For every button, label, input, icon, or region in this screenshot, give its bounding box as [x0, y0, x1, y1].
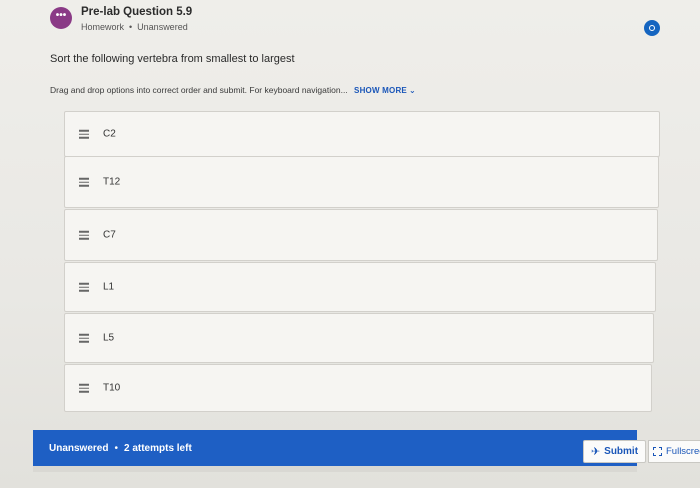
- sortable-option[interactable]: T10: [64, 364, 652, 412]
- fullscreen-icon: [653, 447, 662, 456]
- sortable-option[interactable]: T12: [64, 156, 659, 208]
- fullscreen-label: Fullscreen: [666, 446, 700, 457]
- question-status: Unanswered: [137, 22, 188, 32]
- question-title: Pre-lab Question 5.9: [81, 6, 193, 18]
- question-badge: •••: [50, 7, 72, 29]
- option-label: L5: [103, 332, 115, 344]
- option-label: L1: [103, 281, 115, 293]
- dots-icon: •••: [55, 10, 67, 21]
- option-label: T12: [103, 176, 121, 188]
- submit-label: Submit: [604, 446, 639, 457]
- sortable-option[interactable]: L1: [64, 262, 656, 312]
- option-label: C7: [103, 229, 116, 241]
- attempts-left: 2 attempts left: [123, 442, 192, 454]
- show-more-label: SHOW MORE: [354, 86, 407, 95]
- info-button[interactable]: [644, 20, 660, 36]
- chevron-down-icon: ⌄: [408, 86, 416, 95]
- show-more-link[interactable]: SHOW MORE ⌄: [354, 86, 416, 95]
- drag-handle-icon[interactable]: [79, 176, 89, 189]
- send-icon: ✈: [590, 446, 601, 458]
- drag-handle-icon[interactable]: [79, 332, 89, 345]
- question-meta: Homework • Unanswered: [81, 22, 188, 32]
- sortable-option[interactable]: L5: [64, 313, 654, 363]
- drag-handle-icon[interactable]: [79, 382, 89, 395]
- answer-state: Unanswered: [49, 442, 109, 454]
- submit-button[interactable]: ✈ Submit: [583, 440, 646, 463]
- drag-handle-icon[interactable]: [79, 281, 89, 294]
- question-category: Homework: [81, 22, 125, 32]
- instructions: Drag and drop options into correct order…: [50, 85, 416, 95]
- drag-handle-icon[interactable]: [79, 229, 89, 242]
- fullscreen-button[interactable]: Fullscreen: [648, 440, 700, 463]
- option-label: T10: [103, 382, 121, 394]
- question-prompt: Sort the following vertebra from smalles…: [50, 53, 295, 65]
- option-label: C2: [103, 128, 116, 140]
- bullet-separator: •: [114, 442, 118, 454]
- sortable-option[interactable]: C7: [64, 209, 658, 261]
- drag-handle-icon[interactable]: [79, 128, 89, 141]
- sortable-option[interactable]: C2: [64, 111, 660, 157]
- instructions-text: Drag and drop options into correct order…: [50, 85, 348, 95]
- question-header: ••• Pre-lab Question 5.9 Homework • Unansw…: [0, 0, 700, 36]
- info-icon: [649, 25, 655, 31]
- bullet-separator: •: [129, 22, 133, 32]
- footer-strip: [33, 466, 637, 472]
- status-bar: Unanswered • 2 attempts left: [33, 430, 637, 466]
- page: ••• Pre-lab Question 5.9 Homework • Unansw…: [0, 0, 700, 488]
